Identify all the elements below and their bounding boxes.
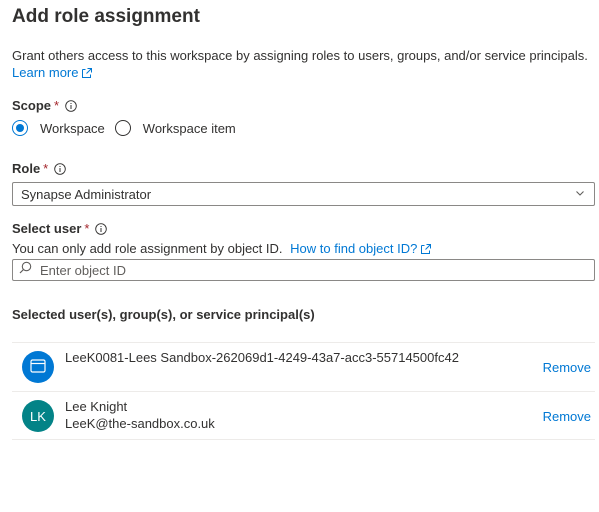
radio-checked-icon[interactable] (12, 120, 28, 136)
info-icon[interactable] (65, 99, 77, 112)
selected-section-title: Selected user(s), group(s), or service p… (12, 307, 315, 322)
scope-option-label: Workspace item (142, 120, 236, 136)
required-mark: * (43, 161, 49, 176)
external-link-icon (81, 66, 93, 83)
remove-button[interactable]: Remove (543, 409, 591, 424)
scope-label-group: Scope * (12, 98, 77, 113)
list-item: LeeK0081-Lees Sandbox-262069d1-4249-43a7… (12, 342, 595, 390)
list-item: LK Lee Knight LeeK@the-sandbox.co.uk Rem… (12, 391, 595, 440)
scope-radio-group: Workspace Workspace item (12, 120, 246, 136)
avatar-initials: LK (30, 408, 46, 424)
object-id-input[interactable] (40, 262, 580, 278)
scope-label: Scope (12, 98, 52, 113)
info-icon[interactable] (95, 222, 108, 235)
selected-user-details: Lee Knight LeeK@the-sandbox.co.uk (65, 398, 215, 432)
role-label-group: Role * (12, 161, 66, 176)
role-label: Role (12, 161, 41, 176)
select-user-label: Select user (12, 221, 82, 236)
learn-more-link[interactable]: Learn more (12, 65, 93, 80)
info-icon[interactable] (54, 162, 66, 175)
chevron-down-icon (574, 187, 586, 202)
scope-option-workspace[interactable]: Workspace (12, 120, 105, 136)
user-email: LeeK@the-sandbox.co.uk (65, 416, 215, 431)
learn-more-label: Learn more (12, 65, 79, 80)
required-mark: * (54, 98, 60, 113)
remove-button[interactable]: Remove (543, 360, 591, 375)
avatar (22, 351, 54, 383)
role-selected-value: Synapse Administrator (21, 186, 152, 202)
app-window-icon (30, 358, 46, 376)
find-object-id-label: How to find object ID? (290, 241, 418, 256)
hint-text: You can only add role assignment by obje… (12, 241, 283, 256)
avatar: LK (22, 400, 54, 432)
scope-option-workspace-item[interactable]: Workspace item (114, 120, 236, 136)
radio-unchecked-icon[interactable] (114, 120, 131, 136)
user-name: Lee Knight (65, 399, 128, 414)
required-mark: * (84, 221, 90, 236)
find-object-id-link[interactable]: How to find object ID? (290, 241, 432, 256)
role-dropdown[interactable]: Synapse Administrator (12, 182, 595, 206)
selected-principal-name: LeeK0081-Lees Sandbox-262069d1-4249-43a7… (65, 349, 459, 366)
description: Grant others access to this workspace by… (12, 47, 592, 83)
search-icon (19, 261, 32, 279)
external-link-icon (420, 243, 432, 258)
scope-option-label: Workspace (40, 120, 105, 136)
dialog-title: Add role assignment (12, 6, 200, 27)
select-user-label-group: Select user * (12, 221, 108, 236)
select-user-hint: You can only add role assignment by obje… (12, 241, 432, 258)
object-id-search[interactable] (12, 259, 595, 281)
principal-name: LeeK0081-Lees Sandbox-262069d1-4249-43a7… (65, 350, 459, 365)
description-text: Grant others access to this workspace by… (12, 48, 588, 63)
